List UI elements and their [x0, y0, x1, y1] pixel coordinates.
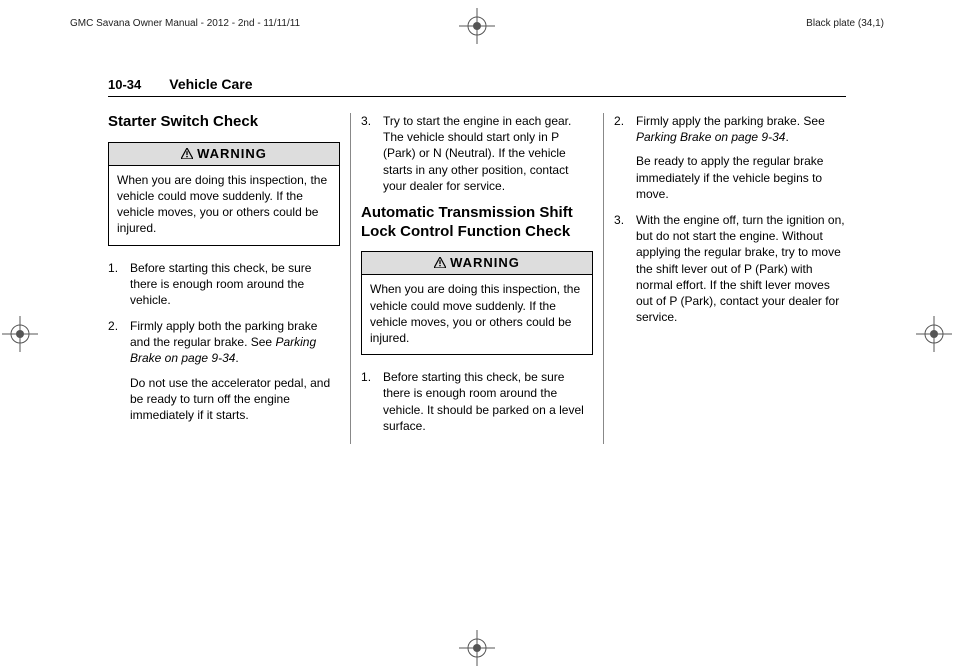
registration-mark-bottom — [459, 630, 495, 666]
step-3-2-ref: Parking Brake on page 9‑34 — [636, 130, 785, 144]
registration-mark-left — [2, 316, 38, 352]
steps-col2-top: Try to start the engine in each gear. Th… — [361, 113, 593, 194]
step-1-2-text-b: . — [235, 351, 238, 365]
step-1-1: Before starting this check, be sure ther… — [108, 260, 340, 309]
warning-box-1: WARNING When you are doing this inspecti… — [108, 142, 340, 246]
columns: Starter Switch Check WARNING When you ar… — [108, 113, 846, 444]
section-shift-lock: Automatic Transmission Shift Lock Contro… — [361, 204, 593, 242]
chapter-title: Vehicle Care — [169, 76, 252, 92]
header-right: Black plate (34,1) — [806, 18, 884, 29]
header-left: GMC Savana Owner Manual - 2012 - 2nd - 1… — [70, 18, 300, 29]
step-3-3: With the engine off, turn the ignition o… — [614, 212, 846, 325]
section-starter-switch: Starter Switch Check — [108, 113, 340, 132]
warning-triangle-icon — [181, 147, 193, 162]
steps-col2-bottom: Before starting this check, be sure ther… — [361, 369, 593, 434]
warning-body-1: When you are doing this inspection, the … — [109, 166, 339, 245]
step-2b-1: Before starting this check, be sure ther… — [361, 369, 593, 434]
warning-triangle-icon — [434, 256, 446, 271]
warning-box-2: WARNING When you are doing this inspecti… — [361, 251, 593, 355]
step-3-2-text-a: Firmly apply the parking brake. See — [636, 114, 825, 128]
registration-mark-right — [916, 316, 952, 352]
step-3-2-text-b: . — [785, 130, 788, 144]
steps-col3: Firmly apply the parking brake. See Park… — [614, 113, 846, 325]
warning-label-1: WARNING — [197, 146, 267, 161]
column-3: Firmly apply the parking brake. See Park… — [604, 113, 846, 444]
step-3-2-para2: Be ready to apply the regular brake imme… — [636, 153, 846, 202]
page-number: 10-34 — [108, 77, 141, 92]
warning-label-2: WARNING — [450, 255, 520, 270]
warning-header-1: WARNING — [109, 143, 339, 166]
warning-header-2: WARNING — [362, 252, 592, 275]
warning-body-2: When you are doing this inspection, the … — [362, 275, 592, 354]
step-3-2: Firmly apply the parking brake. See Park… — [614, 113, 846, 202]
column-1: Starter Switch Check WARNING When you ar… — [108, 113, 351, 444]
print-header: GMC Savana Owner Manual - 2012 - 2nd - 1… — [0, 18, 954, 29]
step-1-2-para2: Do not use the accelerator pedal, and be… — [130, 375, 340, 424]
column-2: Try to start the engine in each gear. Th… — [351, 113, 604, 444]
page-header: 10-34 Vehicle Care — [108, 76, 846, 97]
steps-col1: Before starting this check, be sure ther… — [108, 260, 340, 424]
step-2-3: Try to start the engine in each gear. Th… — [361, 113, 593, 194]
step-1-2: Firmly apply both the parking brake and … — [108, 318, 340, 423]
page-content: 10-34 Vehicle Care Starter Switch Check … — [108, 76, 846, 444]
